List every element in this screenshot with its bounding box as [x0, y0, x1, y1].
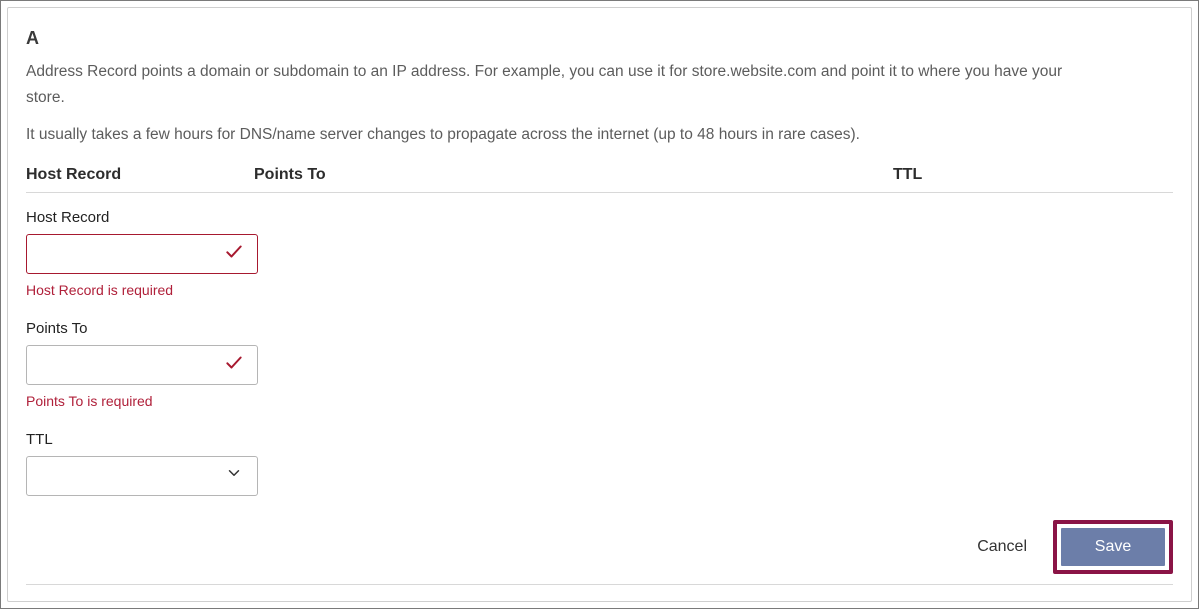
points-to-input[interactable] [26, 345, 258, 385]
save-button-highlight: Save [1053, 520, 1173, 574]
save-button[interactable]: Save [1061, 528, 1165, 566]
column-headers: Host Record Points To TTL [26, 166, 1173, 193]
host-record-error: Host Record is required [26, 282, 1173, 298]
dns-record-panel: A Address Record points a domain or subd… [7, 7, 1192, 602]
col-header-host: Host Record [26, 166, 254, 184]
chevron-down-icon [225, 464, 243, 487]
ttl-label: TTL [26, 431, 1173, 448]
points-to-error: Points To is required [26, 393, 1173, 409]
window-frame: A Address Record points a domain or subd… [0, 0, 1199, 609]
action-bar: Cancel Save [26, 520, 1173, 585]
cancel-button[interactable]: Cancel [973, 528, 1031, 566]
host-record-input[interactable] [26, 234, 258, 274]
col-header-points: Points To [254, 166, 893, 184]
record-description-2: It usually takes a few hours for DNS/nam… [26, 122, 1173, 148]
col-header-ttl: TTL [893, 166, 1173, 184]
host-record-field: Host Record Host Record is required [26, 209, 1173, 298]
points-to-label: Points To [26, 320, 1173, 337]
host-record-label: Host Record [26, 209, 1173, 226]
record-type-heading: A [26, 28, 1173, 49]
record-description-1: Address Record points a domain or subdom… [26, 59, 1076, 110]
ttl-field: TTL [26, 431, 1173, 496]
ttl-select[interactable] [26, 456, 258, 496]
points-to-field: Points To Points To is required [26, 320, 1173, 409]
